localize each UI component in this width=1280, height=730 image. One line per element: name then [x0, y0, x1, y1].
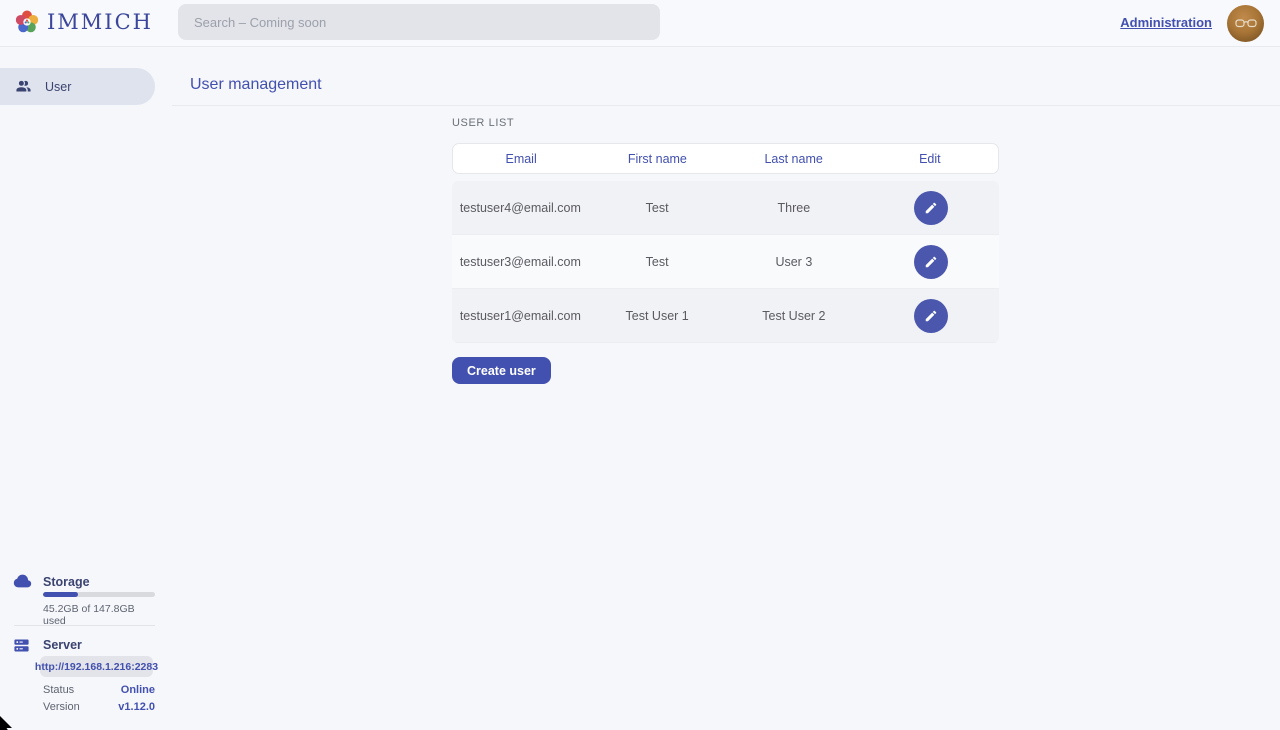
server-status-row: Status Online [43, 684, 155, 696]
glasses-icon [1235, 18, 1257, 29]
edit-user-button[interactable] [914, 299, 948, 333]
cell-last-name: User 3 [726, 255, 863, 269]
version-value: v1.12.0 [118, 701, 155, 713]
search-input[interactable] [178, 4, 660, 40]
sidebar-footer: Storage 45.2GB of 147.8GB used Server ht… [0, 47, 155, 730]
cell-email: testuser4@email.com [452, 201, 589, 215]
user-table: testuser4@email.com Test Three testuser3… [452, 181, 999, 343]
cell-edit [862, 245, 999, 279]
status-label: Status [43, 684, 74, 696]
edit-user-button[interactable] [914, 245, 948, 279]
cloud-icon [13, 574, 32, 588]
status-value: Online [121, 684, 155, 696]
edit-user-button[interactable] [914, 191, 948, 225]
mouse-cursor [0, 713, 14, 730]
column-header-first-name: First name [589, 152, 725, 166]
page-title: User management [190, 76, 322, 94]
column-header-edit: Edit [862, 152, 998, 166]
user-avatar[interactable] [1227, 5, 1264, 42]
cell-last-name: Test User 2 [726, 309, 863, 323]
sidebar: User Storage 45.2GB of 147.8GB used Serv… [0, 47, 155, 730]
cell-first-name: Test User 1 [589, 309, 726, 323]
pencil-icon [924, 309, 938, 323]
top-bar: IMMICH Administration [0, 0, 1280, 47]
create-user-button[interactable]: Create user [452, 357, 551, 384]
server-title: Server [43, 638, 82, 652]
user-list-heading: USER LIST [452, 117, 514, 129]
server-icon [13, 637, 30, 654]
column-header-last-name: Last name [726, 152, 862, 166]
cell-first-name: Test [589, 255, 726, 269]
table-row: testuser3@email.com Test User 3 [452, 235, 999, 289]
cell-last-name: Three [726, 201, 863, 215]
administration-link[interactable]: Administration [1120, 15, 1212, 30]
pencil-icon [924, 201, 938, 215]
cell-edit [862, 191, 999, 225]
table-row: testuser4@email.com Test Three [452, 181, 999, 235]
user-table-header: Email First name Last name Edit [452, 143, 999, 174]
cell-email: testuser3@email.com [452, 255, 589, 269]
immich-flower-icon [14, 9, 40, 35]
server-version-row: Version v1.12.0 [43, 701, 155, 713]
title-divider [172, 105, 1280, 106]
cell-email: testuser1@email.com [452, 309, 589, 323]
storage-progress-bar [43, 592, 155, 597]
server-url-badge: http://192.168.1.216:2283 [40, 656, 153, 677]
table-row: testuser1@email.com Test User 1 Test Use… [452, 289, 999, 343]
app-logo[interactable]: IMMICH [14, 9, 153, 35]
cell-first-name: Test [589, 201, 726, 215]
storage-usage-text: 45.2GB of 147.8GB used [43, 603, 155, 627]
cell-edit [862, 299, 999, 333]
sidebar-divider [14, 625, 155, 626]
version-label: Version [43, 701, 80, 713]
storage-title: Storage [43, 575, 90, 589]
column-header-email: Email [453, 152, 589, 166]
pencil-icon [924, 255, 938, 269]
logo-text: IMMICH [47, 10, 153, 34]
storage-progress-fill [43, 592, 78, 597]
